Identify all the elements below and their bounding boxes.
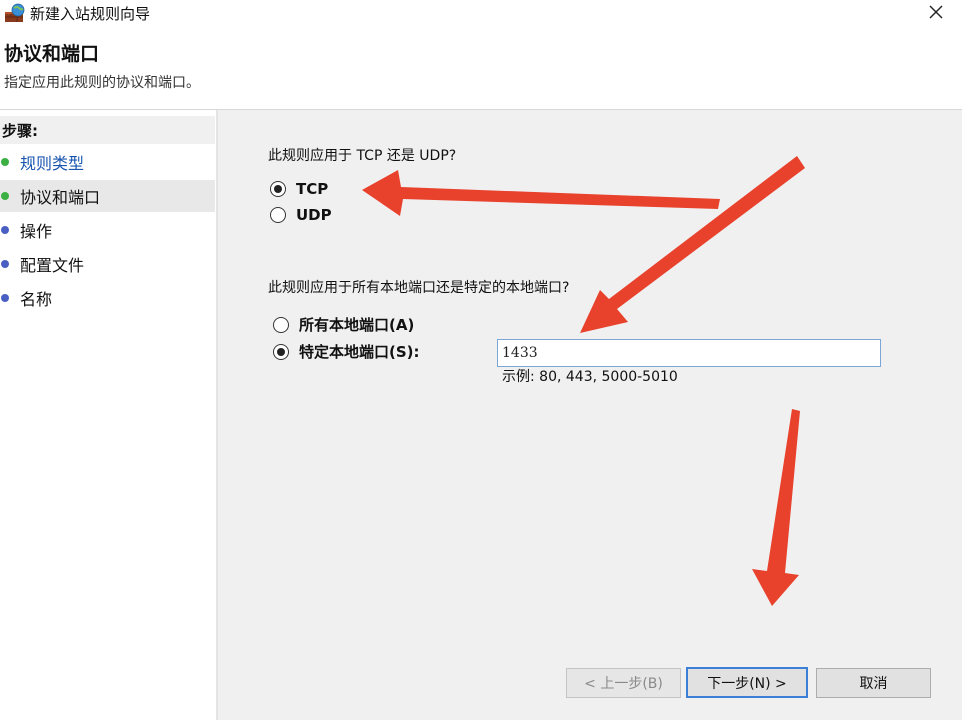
next-button[interactable]: 下一步(N) >	[686, 667, 808, 698]
main-panel: 此规则应用于 TCP 还是 UDP? TCP UDP 此规则应用于所有本地端口还…	[218, 110, 962, 720]
firewall-globe-icon	[4, 3, 26, 23]
step-label: 配置文件	[20, 256, 85, 275]
title-bar: 新建入站规则向导	[0, 0, 962, 28]
page-title: 协议和端口	[4, 43, 100, 65]
radio-specific-ports-label: 特定本地端口(S):	[299, 343, 420, 361]
steps-sidebar: 步骤: 规则类型 协议和端口 操作 配置文件 名称	[0, 110, 217, 720]
radio-udp-label: UDP	[296, 206, 332, 224]
step-rule-type[interactable]: 规则类型	[0, 146, 215, 178]
step-label: 规则类型	[20, 154, 85, 173]
step-pending-dot-icon	[1, 226, 9, 234]
radio-tcp[interactable]: TCP	[270, 180, 328, 198]
port-example-hint: 示例: 80, 443, 5000-5010	[502, 369, 678, 385]
step-label: 名称	[20, 290, 53, 309]
radio-udp[interactable]: UDP	[270, 206, 332, 224]
step-profile[interactable]: 配置文件	[0, 248, 215, 280]
step-pending-dot-icon	[1, 294, 9, 302]
close-icon	[929, 5, 943, 23]
page-subtitle: 指定应用此规则的协议和端口。	[4, 75, 200, 91]
step-label: 协议和端口	[20, 188, 101, 207]
step-completed-dot-icon	[1, 158, 9, 166]
back-button[interactable]: < 上一步(B)	[566, 668, 681, 698]
step-label: 操作	[20, 222, 53, 241]
step-action[interactable]: 操作	[0, 214, 215, 246]
radio-unchecked-icon[interactable]	[270, 207, 286, 223]
close-button[interactable]	[920, 0, 952, 28]
radio-all-local-ports[interactable]: 所有本地端口(A)	[273, 314, 414, 335]
protocol-question: 此规则应用于 TCP 还是 UDP?	[268, 148, 457, 164]
window-title: 新建入站规则向导	[30, 5, 151, 23]
steps-title: 步骤:	[0, 116, 215, 144]
radio-tcp-label: TCP	[296, 180, 329, 198]
step-pending-dot-icon	[1, 260, 9, 268]
radio-checked-icon[interactable]	[270, 181, 286, 197]
cancel-button[interactable]: 取消	[816, 668, 931, 698]
step-name[interactable]: 名称	[0, 282, 215, 314]
radio-unchecked-icon[interactable]	[273, 316, 289, 333]
radio-checked-icon[interactable]	[273, 343, 289, 360]
step-protocol-and-ports[interactable]: 协议和端口	[0, 180, 215, 212]
port-question: 此规则应用于所有本地端口还是特定的本地端口?	[268, 280, 570, 296]
radio-all-ports-label: 所有本地端口(A)	[299, 316, 415, 334]
step-current-dot-icon	[1, 192, 9, 200]
specific-ports-input[interactable]	[497, 339, 881, 367]
radio-specific-local-ports[interactable]: 特定本地端口(S):	[273, 341, 420, 362]
